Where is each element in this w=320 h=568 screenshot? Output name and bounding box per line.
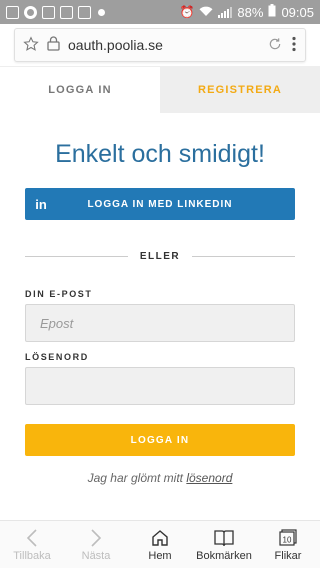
divider-line-left bbox=[25, 255, 128, 257]
url-text[interactable]: oauth.poolia.se bbox=[68, 37, 259, 53]
status-bar: ⏰ 88% 09:05 bbox=[0, 0, 320, 24]
record-icon bbox=[24, 5, 37, 19]
reload-icon[interactable] bbox=[267, 36, 283, 55]
browser-toolbar: oauth.poolia.se bbox=[0, 24, 320, 66]
forgot-password-link[interactable]: lösenord bbox=[186, 471, 232, 485]
wifi-icon bbox=[199, 6, 213, 19]
lock-icon bbox=[47, 36, 60, 54]
bookmarks-label: Bokmärken bbox=[196, 549, 252, 562]
back-label: Tillbaka bbox=[13, 549, 51, 562]
back-button[interactable]: Tillbaka bbox=[0, 521, 64, 568]
screen: ⏰ 88% 09:05 oauth.poolia.se LOGGA IN REG… bbox=[0, 0, 320, 568]
forward-button[interactable]: Nästa bbox=[64, 521, 128, 568]
login-button[interactable]: LOGGA IN bbox=[25, 424, 295, 456]
dot-icon bbox=[98, 8, 105, 16]
kebab-menu-icon[interactable] bbox=[291, 36, 297, 55]
forgot-password-text: Jag har glömt mitt lösenord bbox=[0, 471, 320, 485]
email-field[interactable] bbox=[25, 304, 295, 342]
bookmarks-button[interactable]: Bokmärken bbox=[192, 521, 256, 568]
tab-login[interactable]: LOGGA IN bbox=[0, 66, 160, 113]
divider-line-right bbox=[192, 255, 295, 257]
battery-icon bbox=[268, 4, 276, 20]
password-label: LÖSENORD bbox=[25, 352, 89, 362]
chevron-right-icon bbox=[90, 528, 102, 548]
download-icon bbox=[78, 5, 91, 19]
auth-tabs: LOGGA IN REGISTRERA bbox=[0, 66, 320, 113]
bookmarks-icon bbox=[214, 528, 234, 548]
linkedin-login-button[interactable]: in LOGGA IN MED LINKEDIN bbox=[25, 188, 295, 220]
gallery-icon bbox=[42, 5, 55, 19]
linkedin-icon: in bbox=[35, 196, 47, 212]
signal-icon bbox=[218, 6, 233, 18]
chevron-left-icon bbox=[26, 528, 38, 548]
home-button[interactable]: Hem bbox=[128, 521, 192, 568]
alarm-icon: ⏰ bbox=[179, 5, 195, 19]
tabs-icon: 10 bbox=[278, 528, 298, 548]
forward-label: Nästa bbox=[81, 549, 111, 562]
email-label: DIN E-POST bbox=[25, 289, 93, 299]
page-heading: Enkelt och smidigt! bbox=[55, 140, 265, 168]
star-icon[interactable] bbox=[23, 35, 39, 55]
browser-bottom-bar: Tillbaka Nästa Hem Bokmärken 10 Flikar bbox=[0, 520, 320, 568]
password-field[interactable] bbox=[25, 367, 295, 405]
clock: 09:05 bbox=[281, 4, 314, 20]
address-bar[interactable]: oauth.poolia.se bbox=[14, 28, 306, 62]
divider-text: ELLER bbox=[139, 250, 181, 262]
image-icon bbox=[60, 5, 73, 19]
forgot-prefix: Jag har glömt mitt bbox=[87, 471, 183, 485]
tabs-count: 10 bbox=[283, 535, 292, 544]
message-icon bbox=[6, 5, 19, 19]
system-icons: ⏰ 88% 09:05 bbox=[179, 4, 314, 20]
linkedin-button-label: LOGGA IN MED LINKEDIN bbox=[87, 198, 233, 210]
battery-percent: 88% bbox=[237, 4, 264, 20]
or-divider: ELLER bbox=[25, 248, 295, 264]
home-label: Hem bbox=[148, 549, 172, 562]
home-icon bbox=[151, 528, 169, 548]
notification-icons bbox=[6, 5, 105, 19]
tabs-button[interactable]: 10 Flikar bbox=[256, 521, 320, 568]
tabs-label: Flikar bbox=[274, 549, 302, 562]
tab-register[interactable]: REGISTRERA bbox=[160, 66, 320, 113]
